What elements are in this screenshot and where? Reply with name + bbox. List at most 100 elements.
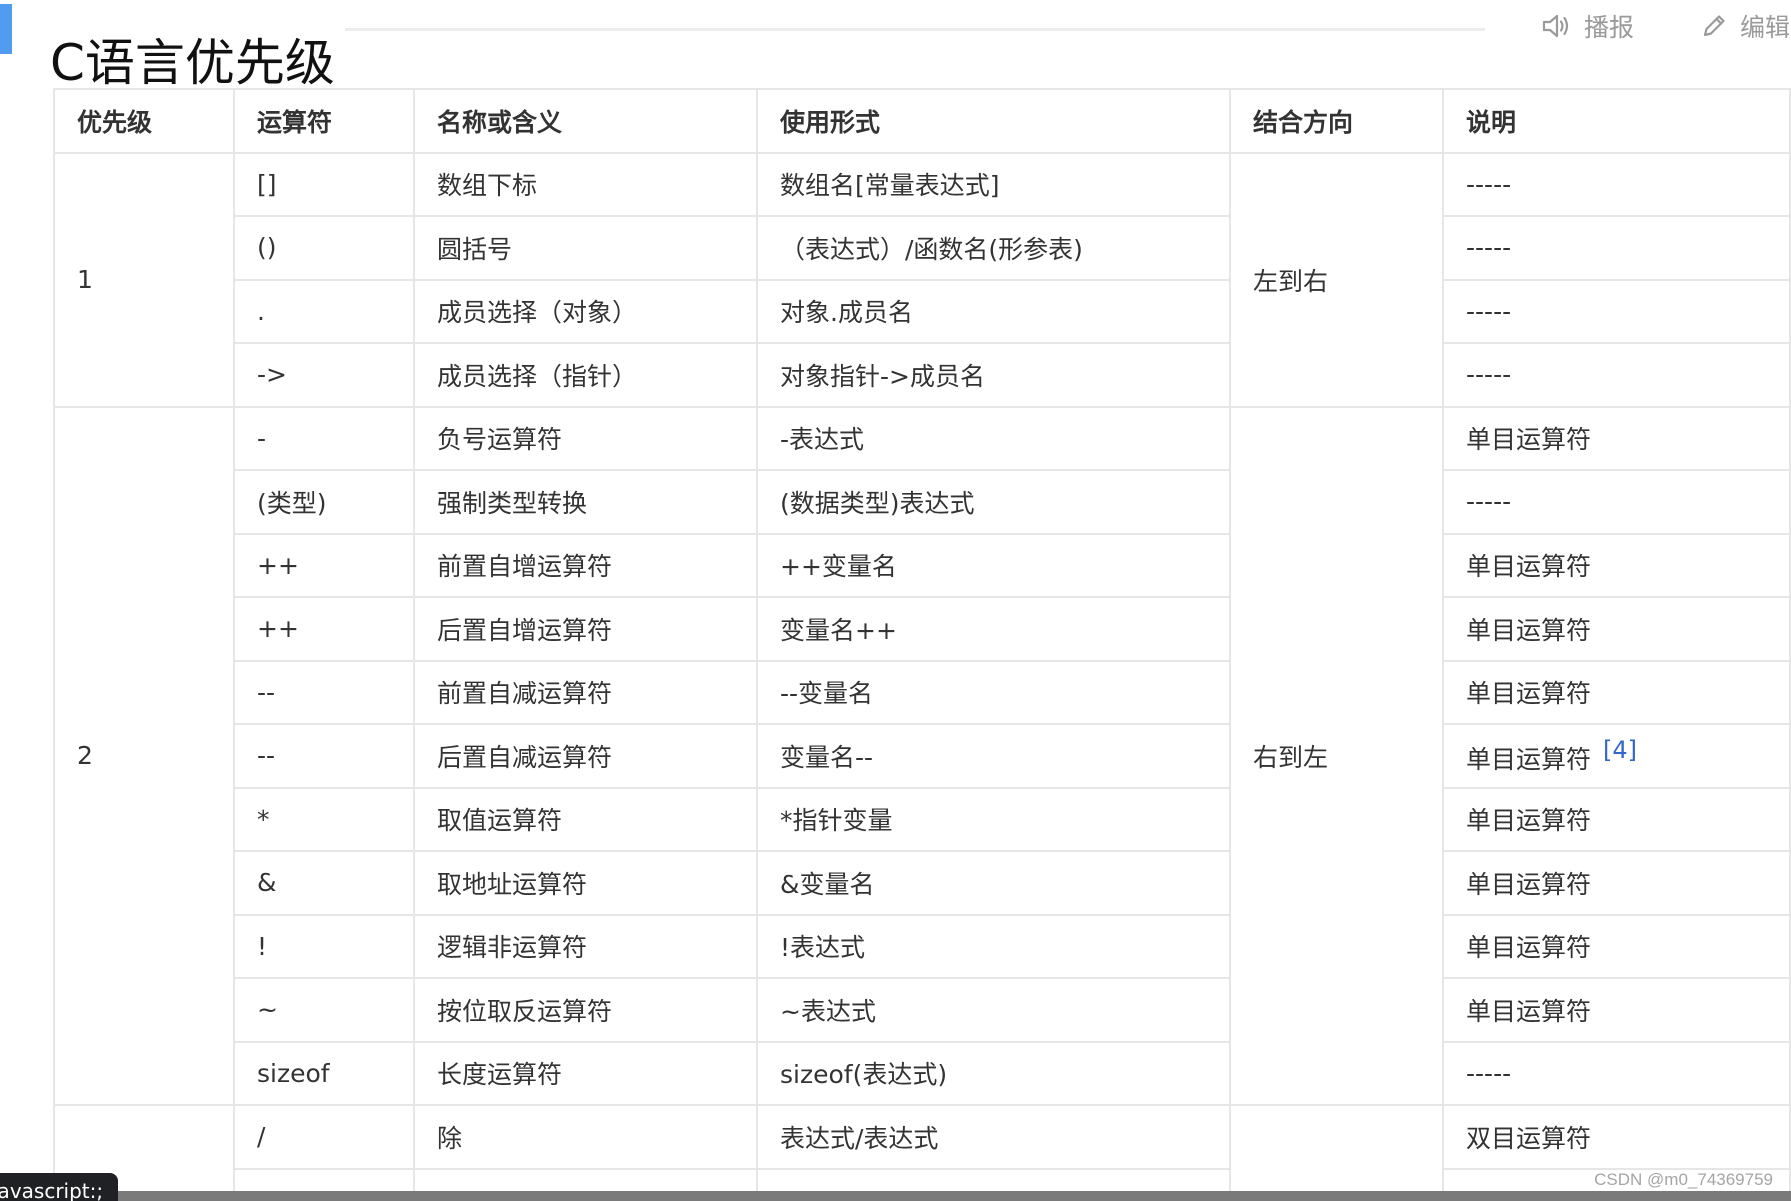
table-row: / 除表达式/表达式 双目运算符 bbox=[53, 1104, 1791, 1201]
watermark: CSDN @m0_74369759 bbox=[1594, 1170, 1773, 1189]
usage-cell: 数组名[常量表达式] bbox=[756, 151, 1231, 217]
usage-cell: ++变量名 bbox=[756, 532, 1231, 598]
note-text: 单目运算符 bbox=[1466, 552, 1592, 582]
direction-cell: 左到右 bbox=[1229, 151, 1444, 408]
note-cell: 单目运算符 bbox=[1442, 850, 1791, 916]
name-cell: 强制类型转换 bbox=[413, 469, 758, 535]
note-text: 单目运算符 bbox=[1466, 996, 1592, 1026]
operator-cell: ++ bbox=[233, 532, 415, 598]
note-cell: 单目运算符 bbox=[1442, 659, 1791, 725]
table-row: ++ 前置自增运算符 ++变量名 单目运算符 bbox=[54, 532, 1791, 598]
note-cell: ----- bbox=[1442, 1040, 1791, 1106]
operator-cell: . bbox=[233, 278, 415, 344]
name-cell: 后置自减运算符 bbox=[413, 723, 758, 789]
operator-cell: (类型) bbox=[233, 469, 415, 535]
usage-cell: --变量名 bbox=[756, 659, 1231, 725]
operator-cell: -> bbox=[233, 342, 415, 408]
operator-cell: sizeof bbox=[233, 1040, 415, 1106]
table-row: * 取值运算符 *指针变量 单目运算符 bbox=[54, 786, 1791, 852]
table-row: -- 后置自减运算符 变量名-- 单目运算符 [4] bbox=[54, 723, 1791, 789]
usage-cell: *指针变量 bbox=[756, 786, 1231, 852]
name-cell: 前置自增运算符 bbox=[413, 532, 758, 598]
name-cell: 逻辑非运算符 bbox=[413, 913, 758, 979]
note-text: 单目运算符 bbox=[1466, 744, 1592, 774]
operator-cell: ! bbox=[233, 913, 415, 979]
name-cell: 长度运算符 bbox=[413, 1040, 758, 1106]
name-cell: 负号运算符 bbox=[413, 405, 758, 471]
note-text: ----- bbox=[1466, 487, 1512, 517]
table-row: (类型) 强制类型转换 (数据类型)表达式 ----- bbox=[54, 469, 1791, 535]
table-header-row: 优先级 运算符 名称或含义 使用形式 结合方向 说明 bbox=[53, 88, 1791, 154]
listen-button[interactable]: 播报 bbox=[1540, 6, 1634, 46]
status-url-tooltip: javascript:; bbox=[0, 1173, 118, 1201]
page-title: C语言优先级 bbox=[50, 33, 335, 92]
header-name: 名称或含义 bbox=[413, 88, 758, 154]
page: C语言优先级 播报 编辑 优先级 运算符 名称或含义 使用形式 结合方向 说明 … bbox=[0, 0, 1791, 1201]
table-row: () 圆括号 （表达式）/函数名(形参表) ----- bbox=[54, 215, 1791, 281]
direction-cell: 右到左 bbox=[1229, 405, 1444, 1106]
direction-cell bbox=[1229, 1104, 1444, 1201]
listen-label: 播报 bbox=[1584, 13, 1635, 42]
note-text: ----- bbox=[1466, 296, 1512, 326]
table-row: -> 成员选择（指针） 对象指针->成员名 ----- bbox=[54, 342, 1791, 408]
usage-cell: 对象指针->成员名 bbox=[756, 342, 1231, 408]
name-cell: 后置自增运算符 bbox=[413, 596, 758, 662]
usage-cell: (数据类型)表达式 bbox=[756, 469, 1231, 535]
usage-cell: 对象.成员名 bbox=[756, 278, 1231, 344]
speaker-icon bbox=[1540, 11, 1572, 41]
note-text: ----- bbox=[1466, 169, 1512, 199]
pencil-icon bbox=[1700, 12, 1728, 40]
usage-cell: （表达式）/函数名(形参表) bbox=[756, 215, 1231, 281]
note-text: ----- bbox=[1466, 233, 1512, 263]
note-text: 单目运算符 bbox=[1466, 425, 1592, 455]
edit-button[interactable]: 编辑 bbox=[1700, 6, 1790, 46]
horizontal-scrollbar-thumb[interactable] bbox=[118, 1191, 1791, 1201]
note-cell: 单目运算符 bbox=[1442, 532, 1791, 598]
name-cell: 圆括号 bbox=[413, 215, 758, 281]
note-cell: ----- bbox=[1442, 151, 1791, 217]
note-cell: ----- bbox=[1442, 278, 1791, 344]
operator-cell: / bbox=[233, 1104, 415, 1170]
note-cell: 单目运算符 bbox=[1442, 977, 1791, 1043]
operator-cell: () bbox=[233, 215, 415, 281]
note-cell: ----- bbox=[1442, 342, 1791, 408]
note-text: 单目运算符 bbox=[1466, 615, 1592, 645]
name-cell: 除 bbox=[413, 1104, 758, 1170]
usage-cell: !表达式 bbox=[756, 913, 1231, 979]
note-cell: 单目运算符 bbox=[1442, 786, 1791, 852]
table-row: . 成员选择（对象） 对象.成员名 ----- bbox=[54, 278, 1791, 344]
table-row: 1[] 数组下标 数组名[常量表达式] 左到右 ----- bbox=[53, 151, 1791, 408]
table-row: ~ 按位取反运算符 ~表达式 单目运算符 bbox=[54, 977, 1791, 1043]
table-row: & 取地址运算符 &变量名 单目运算符 bbox=[54, 850, 1791, 916]
usage-cell: &变量名 bbox=[756, 850, 1231, 916]
operator-precedence-table: 优先级 运算符 名称或含义 使用形式 结合方向 说明 1[] 数组下标 数组名[常量… bbox=[53, 88, 1791, 1201]
note-text: 单目运算符 bbox=[1466, 806, 1592, 836]
header-direction: 结合方向 bbox=[1229, 88, 1444, 154]
table-row: ! 逻辑非运算符 !表达式 单目运算符 bbox=[54, 913, 1791, 979]
note-cell: 单目运算符 bbox=[1442, 405, 1791, 471]
name-cell: 成员选择（指针） bbox=[413, 342, 758, 408]
usage-cell: 变量名++ bbox=[756, 596, 1231, 662]
name-cell: 成员选择（对象） bbox=[413, 278, 758, 344]
note-text: ----- bbox=[1466, 360, 1512, 390]
note-text: 单目运算符 bbox=[1466, 679, 1592, 709]
table-row: ++ 后置自增运算符 变量名++ 单目运算符 bbox=[54, 596, 1791, 662]
usage-cell: sizeof(表达式) bbox=[756, 1040, 1231, 1106]
priority-cell: 1 bbox=[53, 151, 235, 408]
title-divider bbox=[345, 28, 1485, 31]
note-text: ----- bbox=[1466, 1058, 1512, 1088]
usage-cell: ~表达式 bbox=[756, 977, 1231, 1043]
table-body: 1[] 数组下标 数组名[常量表达式] 左到右 -----() 圆括号 （表达式）/函数名(… bbox=[53, 151, 1791, 1201]
note-cell: 单目运算符 bbox=[1442, 913, 1791, 979]
usage-cell: 变量名-- bbox=[756, 723, 1231, 789]
table-row: -- 前置自减运算符 --变量名 单目运算符 bbox=[54, 659, 1791, 725]
note-cell: 双目运算符 bbox=[1442, 1104, 1791, 1170]
name-cell: 取地址运算符 bbox=[413, 850, 758, 916]
name-cell: 前置自减运算符 bbox=[413, 659, 758, 725]
table-row: 2- 负号运算符 -表达式 右到左 单目运算符 bbox=[53, 405, 1791, 1106]
note-cell: ----- bbox=[1442, 469, 1791, 535]
usage-cell: 表达式/表达式 bbox=[756, 1104, 1231, 1170]
citation-link[interactable]: [4] bbox=[1603, 736, 1637, 764]
name-cell: 按位取反运算符 bbox=[413, 977, 758, 1043]
note-cell: 单目运算符 [4] bbox=[1442, 723, 1791, 789]
